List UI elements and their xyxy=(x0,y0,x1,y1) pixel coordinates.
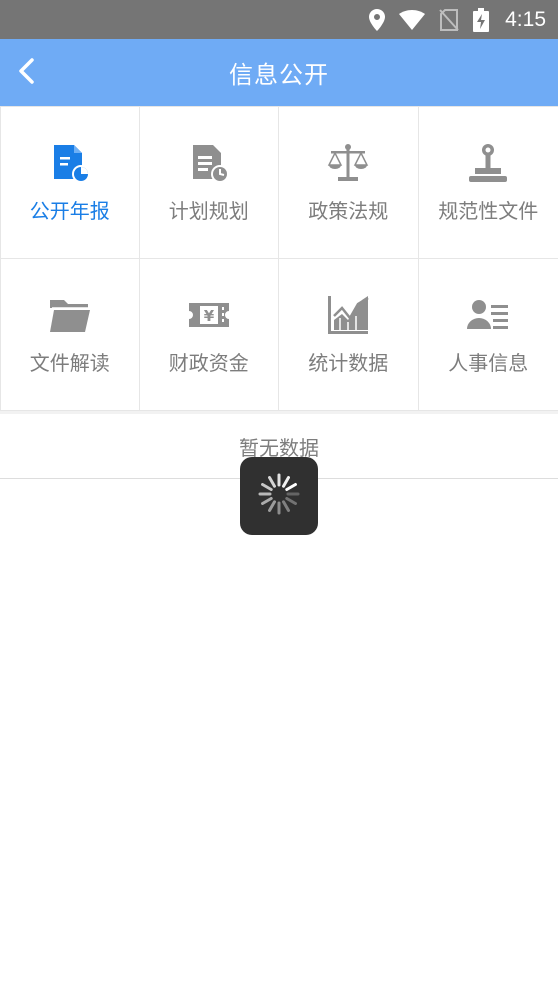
category-grid: 公开年报 计划规划 政策法规 规范性文件 文件解读 ¥ 财政资金 统计数据 人事… xyxy=(0,106,558,411)
chart-icon xyxy=(326,293,370,337)
status-time: 4:15 xyxy=(505,7,546,31)
stamp-icon xyxy=(466,141,510,185)
folder-icon xyxy=(48,293,92,337)
plan-document-icon xyxy=(187,141,231,185)
svg-text:¥: ¥ xyxy=(204,307,215,325)
loading-indicator xyxy=(240,457,318,535)
category-label: 文件解读 xyxy=(29,351,110,375)
scales-icon xyxy=(326,141,370,185)
app-header: 信息公开 xyxy=(0,39,558,106)
category-interpretation[interactable]: 文件解读 xyxy=(0,259,140,411)
category-label: 公开年报 xyxy=(29,199,110,223)
battery-charging-icon xyxy=(473,7,490,32)
spinner-icon xyxy=(255,470,303,522)
category-label: 统计数据 xyxy=(308,351,389,375)
category-statistics[interactable]: 统计数据 xyxy=(279,259,419,411)
category-personnel[interactable]: 人事信息 xyxy=(418,259,558,411)
location-icon xyxy=(369,8,386,31)
annual-report-icon xyxy=(48,141,92,185)
back-button[interactable] xyxy=(18,39,58,106)
chevron-left-icon xyxy=(18,57,34,88)
wifi-icon xyxy=(399,9,426,30)
category-finance[interactable]: ¥ 财政资金 xyxy=(139,259,279,411)
category-normative-docs[interactable]: 规范性文件 xyxy=(418,107,558,259)
page-title: 信息公开 xyxy=(229,61,329,89)
category-annual-report[interactable]: 公开年报 xyxy=(0,107,140,259)
category-plan[interactable]: 计划规划 xyxy=(139,107,279,259)
category-label: 人事信息 xyxy=(448,351,529,375)
money-ticket-icon: ¥ xyxy=(187,293,231,337)
category-label: 规范性文件 xyxy=(438,199,539,223)
category-label: 计划规划 xyxy=(168,199,249,223)
category-label: 财政资金 xyxy=(168,351,249,375)
person-card-icon xyxy=(466,293,510,337)
status-bar: 4:15 xyxy=(0,0,558,39)
category-label: 政策法规 xyxy=(308,199,389,223)
no-sim-icon xyxy=(439,8,459,31)
category-policy[interactable]: 政策法规 xyxy=(279,107,419,259)
